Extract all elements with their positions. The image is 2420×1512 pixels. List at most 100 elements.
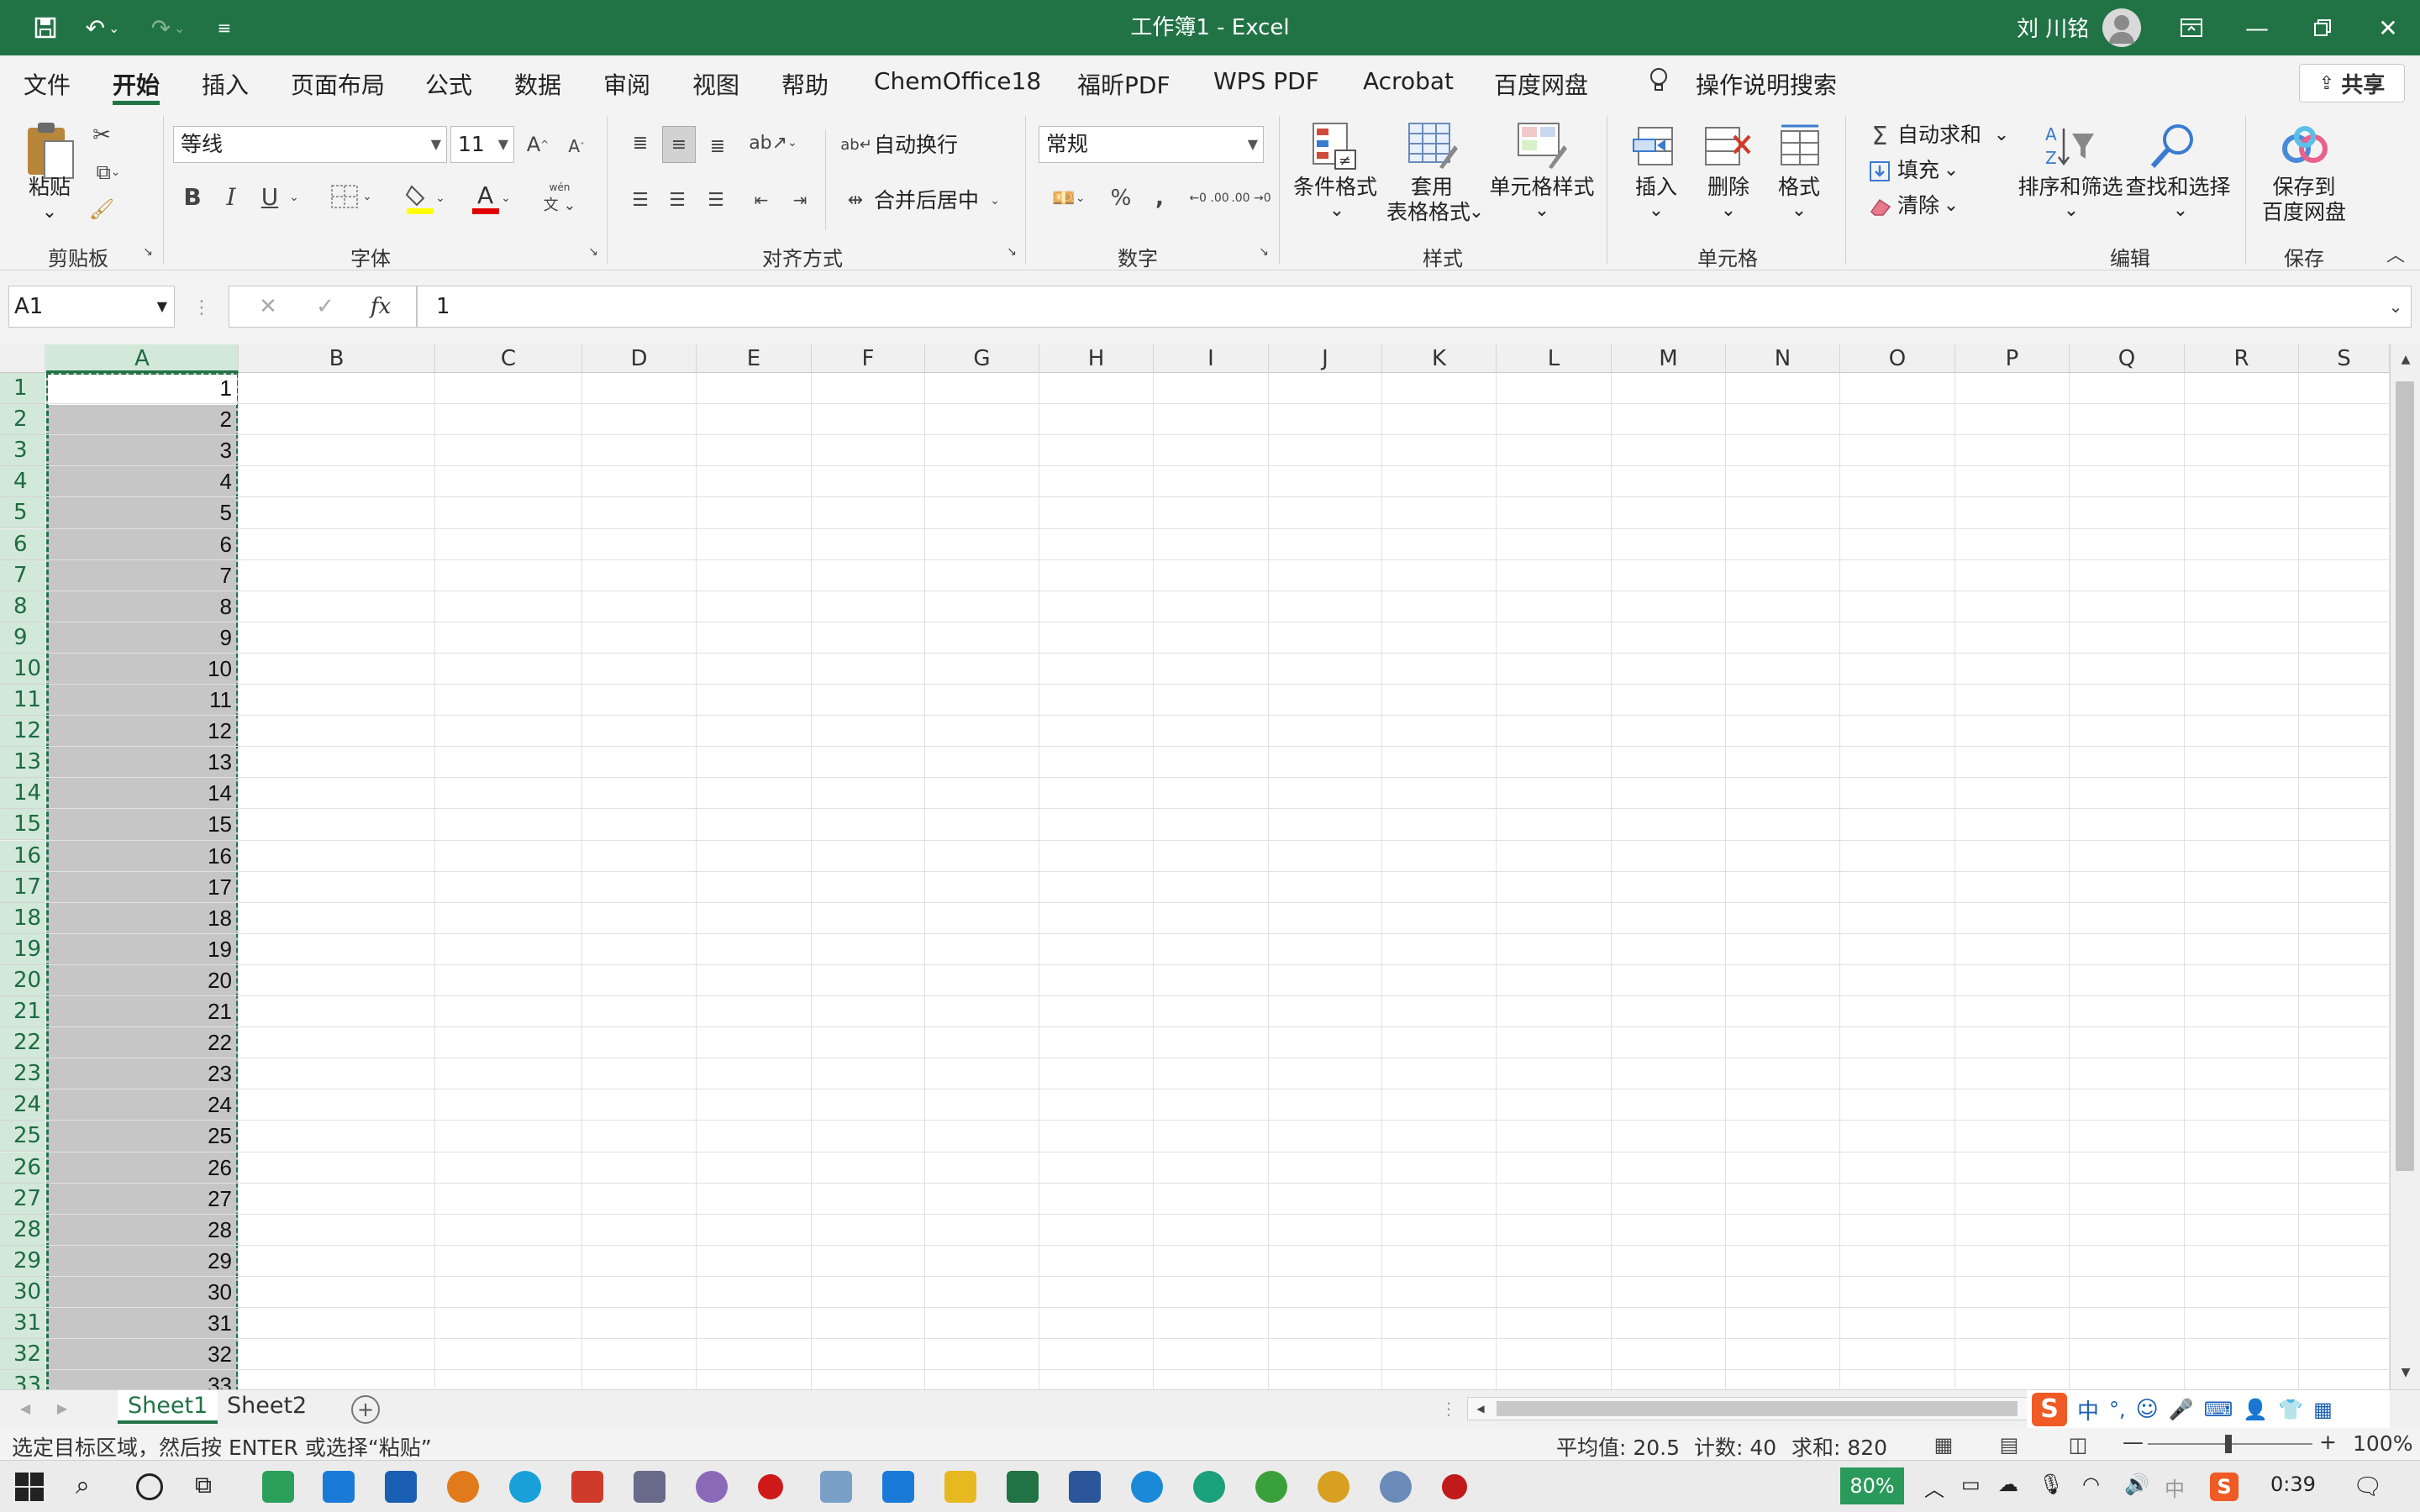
format-cells-icon[interactable] <box>1775 121 1825 171</box>
name-box[interactable]: A1 ▼ <box>8 286 175 328</box>
cut-icon[interactable]: ✂ <box>87 121 116 150</box>
recorder-icon[interactable] <box>1442 1474 1467 1499</box>
edge-beta-icon[interactable] <box>1193 1471 1225 1503</box>
volume-icon[interactable]: 🔊 <box>2124 1473 2149 1496</box>
row-header-4[interactable]: 4 <box>0 466 45 498</box>
app-icon-3[interactable] <box>385 1471 417 1503</box>
insert-cells-button[interactable]: 插入 <box>1630 175 1682 200</box>
wrap-text-button[interactable]: 自动换行 <box>874 133 958 158</box>
chevron-down-icon[interactable]: ⌄ <box>286 185 302 210</box>
tab-data[interactable]: 数据 <box>514 67 561 101</box>
row-header-1[interactable]: 1 <box>0 373 45 404</box>
column-header-e[interactable]: E <box>697 344 812 373</box>
clear-icon[interactable] <box>1867 192 1892 222</box>
app-icon-5[interactable] <box>509 1471 541 1503</box>
tab-page-layout[interactable]: 页面布局 <box>291 67 385 101</box>
cell-a32[interactable]: 32 <box>47 1339 237 1370</box>
select-all-corner[interactable] <box>0 344 45 373</box>
column-header-s[interactable]: S <box>2299 344 2390 373</box>
ime-mode-icon[interactable]: 中 <box>2077 1394 2099 1425</box>
row-header-21[interactable]: 21 <box>0 996 45 1027</box>
cell-a17[interactable]: 17 <box>47 872 237 903</box>
record-icon[interactable] <box>758 1474 783 1499</box>
format-painter-icon[interactable]: 🖌 <box>87 195 116 223</box>
next-sheet-icon[interactable]: ▶ <box>52 1397 72 1419</box>
row-header-24[interactable]: 24 <box>0 1089 45 1121</box>
row-header-27[interactable]: 27 <box>0 1183 45 1215</box>
chevron-down-icon[interactable]: ⌄ <box>1644 198 1669 223</box>
column-header-m[interactable]: M <box>1612 344 1726 373</box>
delete-cells-button[interactable]: 删除 <box>1702 175 1754 200</box>
autosum-button[interactable]: 自动求和 <box>1897 123 1981 148</box>
chevron-down-icon[interactable]: ⌄ <box>1529 198 1555 223</box>
accounting-format-icon[interactable]: 💴 ⌄ <box>1042 181 1096 215</box>
save-to-baidu-line2[interactable]: 百度网盘 <box>2260 200 2348 225</box>
battery-percentage[interactable]: 80% <box>1840 1467 1904 1504</box>
tell-me-search[interactable]: 操作说明搜索 <box>1696 67 1837 101</box>
row-header-11[interactable]: 11 <box>0 685 45 716</box>
zoom-level[interactable]: 100% <box>2353 1431 2412 1456</box>
format-as-table-line1[interactable]: 套用 <box>1386 175 1477 200</box>
tab-home[interactable]: 开始 <box>113 67 160 101</box>
scroll-up-icon[interactable]: ▲ <box>2396 349 2416 370</box>
close-icon[interactable]: ✕ <box>2363 8 2413 47</box>
row-header-23[interactable]: 23 <box>0 1058 45 1090</box>
file-explorer-icon[interactable] <box>944 1471 976 1503</box>
cell-a12[interactable]: 12 <box>47 716 237 747</box>
user-center-icon[interactable]: 👤 <box>2243 1398 2268 1421</box>
format-as-table-icon[interactable] <box>1405 119 1460 171</box>
clipboard-launcher-icon[interactable]: ↘ <box>139 244 156 260</box>
page-break-view-icon[interactable]: ◫ <box>2065 1433 2091 1457</box>
column-header-h[interactable]: H <box>1039 344 1154 373</box>
cell-a24[interactable]: 24 <box>47 1089 237 1121</box>
column-header-p[interactable]: P <box>1955 344 2070 373</box>
app-icon-9[interactable] <box>820 1471 852 1503</box>
chevron-down-icon[interactable]: ⌄ <box>2168 198 2193 223</box>
row-header-5[interactable]: 5 <box>0 497 45 529</box>
cell-a28[interactable]: 28 <box>47 1215 237 1246</box>
underline-button[interactable]: U <box>255 180 284 213</box>
column-header-q[interactable]: Q <box>2070 344 2185 373</box>
cell-a21[interactable]: 21 <box>47 996 237 1027</box>
tab-help[interactable]: 帮助 <box>781 67 829 101</box>
zoom-out-icon[interactable]: — <box>2123 1430 2144 1454</box>
restore-icon[interactable] <box>2297 8 2348 47</box>
excel-taskbar-icon[interactable] <box>1007 1471 1039 1503</box>
paste-button[interactable]: 粘贴 <box>24 175 76 200</box>
font-launcher-icon[interactable]: ↘ <box>585 244 602 260</box>
tab-split-handle[interactable]: ⋮ <box>1440 1397 1457 1420</box>
search-icon[interactable]: ⌕ <box>76 1471 108 1503</box>
align-middle-icon[interactable]: ≡ <box>662 126 696 163</box>
borders-icon[interactable]: ⌄ <box>324 180 378 213</box>
app-icon-10[interactable] <box>882 1471 914 1503</box>
app-icon-6[interactable] <box>571 1471 603 1503</box>
tray-expand-icon[interactable]: ︿ <box>1924 1473 1944 1502</box>
cell-a15[interactable]: 15 <box>47 809 237 840</box>
collapse-ribbon-icon[interactable]: ︿ <box>2383 244 2408 266</box>
chrome-icon[interactable] <box>1318 1471 1349 1503</box>
column-header-b[interactable]: B <box>239 344 435 373</box>
increase-font-icon[interactable]: A ^ <box>523 128 553 161</box>
expand-formula-icon[interactable]: ⌄ <box>2383 296 2408 318</box>
tab-chemoffice[interactable]: ChemOffice18 <box>874 67 1041 95</box>
row-header-7[interactable]: 7 <box>0 559 45 591</box>
chevron-down-icon[interactable]: ⌄ <box>1991 123 2012 148</box>
phonetic-guide-icon[interactable]: wén 文 ⌄ <box>534 181 585 215</box>
app-icon-2[interactable] <box>323 1471 355 1503</box>
row-header-30[interactable]: 30 <box>0 1276 45 1308</box>
cell-a27[interactable]: 27 <box>47 1184 237 1215</box>
align-top-icon[interactable]: ≣ <box>625 126 655 160</box>
app-icon-1[interactable] <box>262 1471 294 1503</box>
punctuation-icon[interactable]: °, <box>2109 1398 2126 1421</box>
tab-foxit-pdf[interactable]: 福昕PDF <box>1077 67 1171 101</box>
app-icon-4[interactable] <box>447 1471 479 1503</box>
row-header-28[interactable]: 28 <box>0 1214 45 1246</box>
clear-button[interactable]: 清除 <box>1897 193 1939 218</box>
column-header-k[interactable]: K <box>1382 344 1497 373</box>
cell-a5[interactable]: 5 <box>47 497 237 528</box>
row-header-3[interactable]: 3 <box>0 435 45 467</box>
zoom-in-icon[interactable]: + <box>2319 1430 2337 1454</box>
decrease-indent-icon[interactable]: ⇤ <box>746 183 776 217</box>
cell-a7[interactable]: 7 <box>47 560 237 591</box>
sheet-tab-sheet1[interactable]: Sheet1 <box>118 1390 218 1424</box>
